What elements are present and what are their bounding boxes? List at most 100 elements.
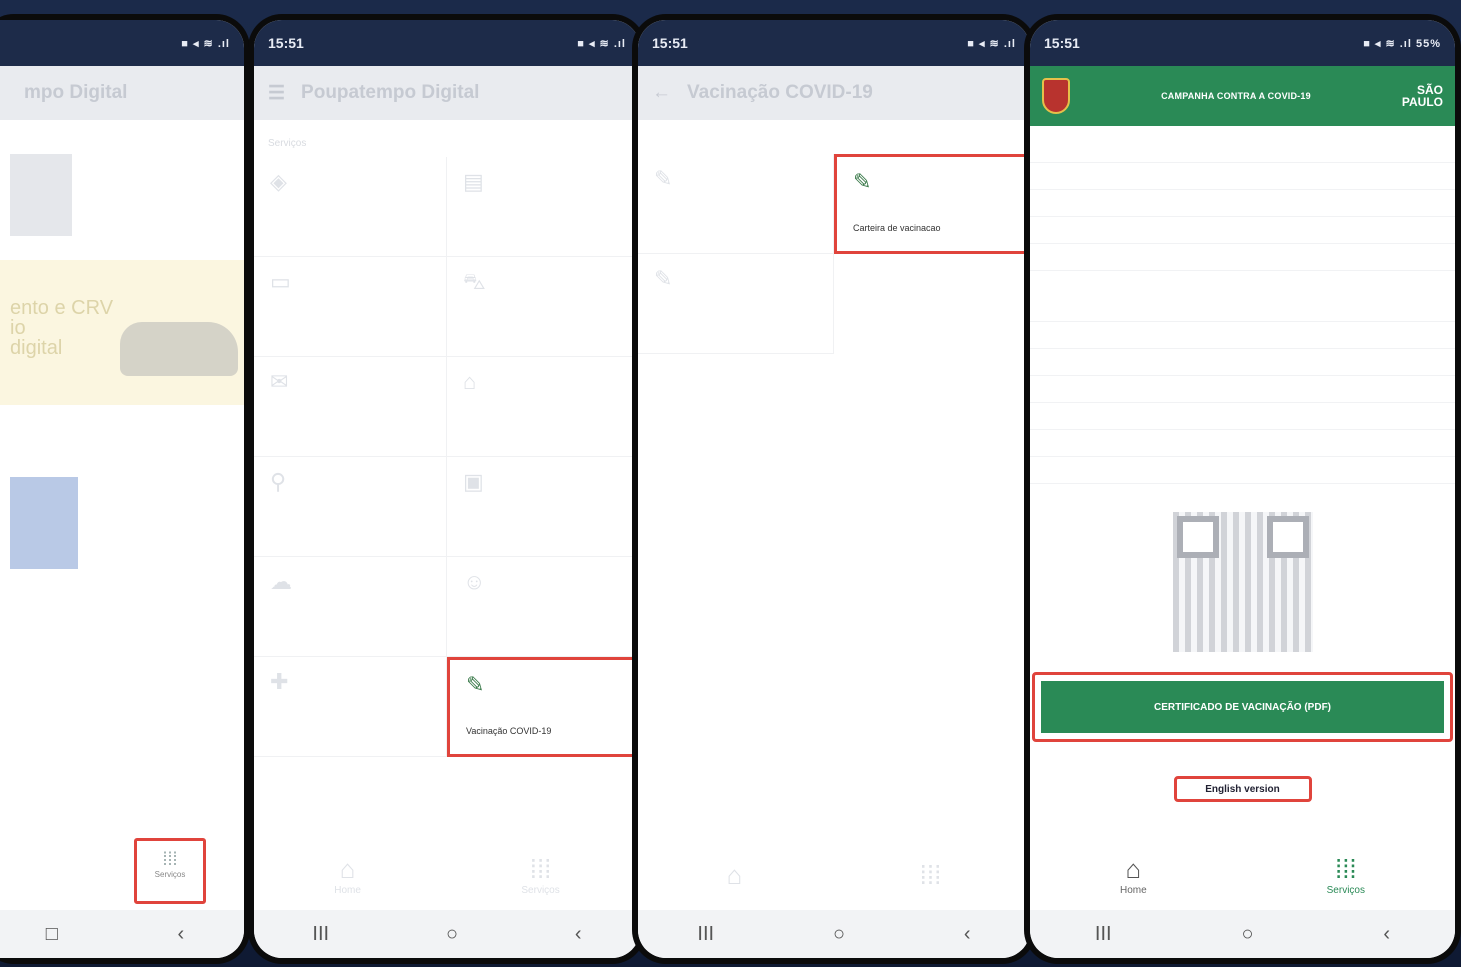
back-chevron-icon[interactable]: ‹: [178, 923, 185, 946]
app-bar: ← Vacinação COVID-19: [638, 66, 1030, 120]
card-icon: ▭: [270, 269, 291, 294]
car-icon: [120, 322, 238, 376]
vaccination-card-label: Carteira de vacinacao: [853, 223, 941, 233]
info-row: [1030, 349, 1455, 376]
service-tile[interactable]: ⌂: [447, 357, 640, 457]
status-icons: ■ ◂ ≋ .ıl: [577, 37, 626, 50]
status-icons: ■ ◂ ≋ .ıl: [967, 37, 1016, 50]
vaccination-covid-label: Vacinação COVID-19: [466, 726, 552, 736]
info-row: [1030, 190, 1455, 217]
home-icon: ⌂: [1125, 854, 1142, 884]
service-tile[interactable]: ✉: [254, 357, 447, 457]
info-row: [1030, 322, 1455, 349]
qr-code: [1172, 512, 1313, 652]
campaign-title: CAMPANHA CONTRA A COVID-19: [1161, 91, 1311, 101]
service-tile[interactable]: ☺: [447, 557, 640, 657]
recents-icon[interactable]: III: [312, 923, 329, 946]
service-tile[interactable]: ▤: [447, 157, 640, 257]
services-button[interactable]: ⁞⁞⁞ Serviços: [134, 838, 206, 904]
house-icon: ⌂: [463, 369, 477, 394]
service-tile[interactable]: ⚲: [254, 457, 447, 557]
certificate-highlight: CERTIFICADO DE VACINAÇÃO (PDF): [1032, 672, 1453, 742]
app-title: Vacinação COVID-19: [687, 82, 873, 103]
back-arrow-icon[interactable]: ←: [652, 82, 671, 104]
nav-home-label: Home: [1119, 885, 1147, 896]
banner[interactable]: ento e CRV io digital: [0, 260, 244, 405]
battery-level: 55%: [1415, 37, 1441, 50]
info-row: [1030, 136, 1455, 163]
nav-home-label: Home: [334, 885, 361, 896]
banner-line-1: ento e CRV: [10, 297, 114, 319]
sao-paulo-logo: SÃO PAULO: [1402, 84, 1443, 108]
bottom-nav: ⌂ Home ⁞⁞⁞ Serviços: [1030, 840, 1455, 910]
info-row: [1030, 376, 1455, 403]
vaccination-option-tile[interactable]: ✎: [638, 254, 834, 354]
vaccination-card-tile[interactable]: ✎ Carteira de vacinacao: [834, 154, 1030, 254]
phone-3: 15:51 ■ ◂ ≋ .ıl ← Vacinação COVID-19 ✎ ✎…: [632, 14, 1036, 964]
placeholder-block: [10, 154, 72, 236]
logo-line-2: PAULO: [1401, 95, 1443, 109]
document-icon: ▤: [463, 169, 484, 194]
apps-icon: ⁞⁞⁞: [162, 849, 178, 869]
app-bar: mpo Digital: [0, 66, 244, 120]
status-bar: ■ ◂ ≋ .ıl: [0, 20, 244, 66]
syringe-icon: ✎: [654, 166, 673, 191]
user-icon: ☺: [463, 569, 486, 594]
bottom-nav: ⌂ ⁞⁞⁞: [638, 840, 1030, 910]
home-circle-icon[interactable]: ○: [833, 923, 845, 946]
shield-icon: ◈: [270, 169, 287, 194]
info-row: [1030, 295, 1455, 322]
service-tile[interactable]: ◈: [254, 157, 447, 257]
back-chevron-icon[interactable]: ‹: [1383, 923, 1390, 946]
info-row: [1030, 244, 1455, 271]
home-circle-icon[interactable]: ○: [446, 923, 458, 946]
nav-services-label: Serviços: [1326, 885, 1365, 896]
apps-icon: ⁞⁞⁞: [1334, 854, 1357, 884]
bottom-nav: ⌂ Home ⁞⁞⁞ Serviços: [254, 840, 640, 910]
status-bar: 15:51 ■ ◂ ≋ .ıl 55%: [1030, 20, 1455, 66]
blue-card[interactable]: [10, 477, 78, 569]
back-chevron-icon[interactable]: ‹: [575, 923, 582, 946]
menu-icon[interactable]: ☰: [268, 82, 285, 105]
nav-services[interactable]: ⁞⁞⁞: [920, 860, 942, 891]
service-tile[interactable]: ▭: [254, 257, 447, 357]
recents-icon[interactable]: III: [1095, 923, 1112, 946]
phone-4: 15:51 ■ ◂ ≋ .ıl 55% CAMPANHA CONTRA A CO…: [1024, 14, 1461, 964]
system-nav: III ○ ‹: [1030, 910, 1455, 958]
service-tile[interactable]: ✚: [254, 657, 447, 757]
vaccination-covid-tile[interactable]: ✎ Vacinação COVID-19: [447, 657, 640, 757]
nav-services[interactable]: ⁞⁞⁞ Serviços: [1327, 854, 1365, 896]
nav-home[interactable]: ⌂ Home: [1120, 854, 1147, 896]
section-label: Serviços: [268, 138, 307, 149]
syringe-icon: ✎: [466, 672, 485, 697]
info-row: [1030, 163, 1455, 190]
back-chevron-icon[interactable]: ‹: [964, 923, 971, 946]
status-bar: 15:51 ■ ◂ ≋ .ıl: [254, 20, 640, 66]
phone-2: 15:51 ■ ◂ ≋ .ıl ☰ Poupatempo Digital Ser…: [248, 14, 646, 964]
state-crest-icon: [1042, 78, 1070, 114]
bus-icon: ▣: [463, 469, 484, 494]
car-icon: ⛍: [463, 269, 486, 294]
apps-icon: ⁞⁞⁞: [529, 854, 552, 884]
nav-home[interactable]: ⌂ Home: [334, 854, 361, 896]
services-label: Serviços: [154, 870, 186, 879]
services-grid: ◈ ▤ ▭ ⛍ ✉ ⌂ ⚲ ▣ ☁ ☺ ✚ ✎ Vacinação COVID-…: [254, 157, 640, 757]
service-tile[interactable]: ▣: [447, 457, 640, 557]
nav-home[interactable]: ⌂: [727, 860, 743, 891]
recents-icon[interactable]: III: [697, 923, 714, 946]
info-row: [1030, 403, 1455, 430]
info-row: [1030, 217, 1455, 244]
nav-services[interactable]: ⁞⁞⁞ Serviços: [521, 854, 559, 896]
service-tile[interactable]: ☁: [254, 557, 447, 657]
certificate-pdf-button[interactable]: CERTIFICADO DE VACINAÇÃO (PDF): [1041, 681, 1444, 733]
mail-icon: ✉: [270, 369, 289, 394]
vaccination-options-grid: ✎ ✎ Carteira de vacinacao ✎: [638, 154, 1030, 354]
home-circle-icon[interactable]: ○: [1241, 923, 1253, 946]
recents-square-icon[interactable]: □: [46, 923, 58, 946]
syringe-icon: ✎: [853, 169, 872, 194]
vaccination-option-tile[interactable]: ✎: [638, 154, 834, 254]
service-tile[interactable]: ⛍: [447, 257, 640, 357]
app-title: Poupatempo Digital: [301, 82, 480, 103]
cloud-icon: ☁: [270, 569, 292, 594]
english-version-button[interactable]: English version: [1173, 776, 1312, 802]
